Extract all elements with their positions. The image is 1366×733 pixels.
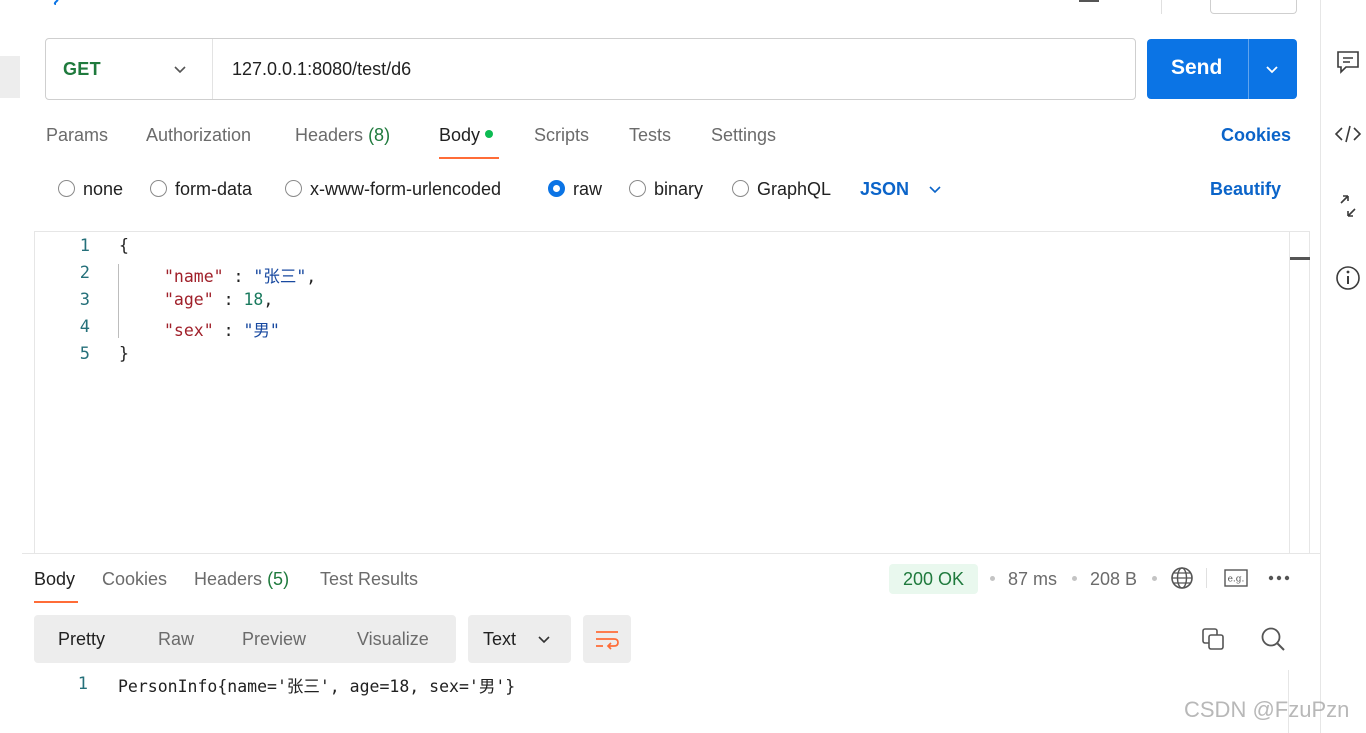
json-key: "sex": [164, 321, 214, 340]
radio-circle: [150, 180, 167, 197]
code-line: "age" : 18,: [164, 290, 274, 309]
resp-headers-count: (5): [267, 569, 290, 589]
tab-tests[interactable]: Tests: [629, 125, 671, 146]
code-line: "name" : "张三",: [164, 267, 317, 286]
text-format-label: Text: [483, 629, 517, 649]
top-bracket-fragment: [53, 0, 59, 5]
view-preview[interactable]: Preview: [242, 629, 306, 650]
view-visualize[interactable]: Visualize: [357, 629, 429, 650]
comments-icon[interactable]: [1333, 47, 1363, 77]
json-string: "男": [243, 321, 280, 340]
text-format-select[interactable]: Text: [468, 615, 571, 663]
left-sidebar-edge: [0, 0, 22, 733]
send-options-chevron-icon[interactable]: [1264, 61, 1280, 77]
editor-scrollbar[interactable]: [1289, 232, 1311, 554]
resp-active-tab-indicator: [34, 601, 78, 603]
code-line: {: [119, 236, 129, 255]
example-icon[interactable]: e.g.: [1224, 566, 1248, 590]
sidebar-selected-item[interactable]: [0, 56, 20, 98]
line-number: 1: [79, 236, 90, 256]
beautify-link[interactable]: Beautify: [1210, 179, 1281, 200]
radio-circle: [58, 180, 75, 197]
code-line: }: [119, 344, 129, 363]
active-tab-indicator: [439, 157, 499, 159]
meta-divider: [1206, 568, 1207, 588]
json-key: "age": [164, 290, 214, 309]
tab-headers[interactable]: Headers (8): [295, 125, 390, 146]
json-key: "name": [164, 267, 224, 286]
code-icon[interactable]: [1333, 119, 1363, 149]
view-raw[interactable]: Raw: [158, 629, 194, 650]
radio-circle: [732, 180, 749, 197]
separator-dot: [1072, 576, 1077, 581]
view-mode-group: Pretty Raw Preview Visualize: [34, 615, 456, 663]
radio-circle: [629, 180, 646, 197]
wrap-lines-icon: [596, 631, 619, 650]
url-bar: GET: [45, 38, 1136, 100]
tab-scripts[interactable]: Scripts: [534, 125, 589, 146]
chevron-down-icon: [538, 636, 550, 644]
send-divider: [1248, 39, 1249, 99]
related-collections-icon[interactable]: [1333, 191, 1363, 221]
body-editor[interactable]: 1 2 3 4 5 { "name" : "张三", "age" : 18, "…: [34, 231, 1311, 554]
more-options-icon[interactable]: [1267, 566, 1291, 590]
response-line-number: 1: [77, 674, 88, 694]
resp-tab-cookies[interactable]: Cookies: [102, 569, 167, 590]
globe-icon[interactable]: [1170, 566, 1194, 590]
radio-circle: [285, 180, 302, 197]
format-select[interactable]: JSON: [860, 179, 909, 200]
send-button[interactable]: Send: [1147, 39, 1297, 99]
chevron-down-icon: [174, 66, 186, 74]
line-number: 4: [79, 317, 90, 337]
top-icon-fragment: [1079, 0, 1099, 2]
cookies-link[interactable]: Cookies: [1221, 125, 1291, 146]
resp-tab-test-results[interactable]: Test Results: [320, 569, 418, 590]
tab-settings[interactable]: Settings: [711, 125, 776, 146]
resp-tab-body[interactable]: Body: [34, 569, 75, 590]
top-environment-select[interactable]: [1210, 0, 1297, 14]
info-icon[interactable]: [1333, 263, 1363, 293]
radio-circle-selected: [548, 180, 565, 197]
line-number: 2: [79, 263, 90, 283]
wrap-lines-button[interactable]: [583, 615, 631, 663]
scroll-marker: [1290, 257, 1310, 260]
indent-guide: [118, 264, 119, 338]
tab-params[interactable]: Params: [46, 125, 108, 146]
resp-tab-headers[interactable]: Headers (5): [194, 569, 289, 590]
send-label: Send: [1171, 56, 1223, 79]
svg-text:e.g.: e.g.: [1228, 575, 1245, 585]
method-label: GET: [63, 59, 101, 79]
line-number: 3: [79, 290, 90, 310]
method-select[interactable]: GET: [46, 39, 213, 99]
code-line: "sex" : "男": [164, 321, 280, 340]
line-number: 5: [79, 344, 90, 364]
right-sidebar: [1320, 0, 1366, 733]
response-divider[interactable]: [22, 553, 1320, 554]
response-time[interactable]: 87 ms: [1008, 569, 1057, 590]
body-modified-dot: [485, 130, 494, 138]
separator-dot: [990, 576, 995, 581]
watermark: CSDN @FzuPzn: [1184, 697, 1350, 722]
copy-icon[interactable]: [1200, 626, 1226, 652]
tab-body[interactable]: Body: [439, 125, 494, 146]
response-body-line: PersonInfo{name='张三', age=18, sex='男'}: [118, 677, 516, 696]
response-size[interactable]: 208 B: [1090, 569, 1137, 590]
json-string: "张三": [253, 267, 307, 286]
view-pretty[interactable]: Pretty: [58, 629, 105, 650]
status-badge[interactable]: 200 OK: [889, 564, 978, 594]
headers-count: (8): [368, 125, 391, 145]
chevron-down-icon[interactable]: [927, 181, 943, 197]
url-input[interactable]: [232, 54, 1092, 84]
json-number: 18: [243, 290, 264, 309]
top-divider: [1161, 0, 1162, 14]
tab-authorization[interactable]: Authorization: [146, 125, 251, 146]
separator-dot: [1152, 576, 1157, 581]
search-icon[interactable]: [1259, 625, 1287, 653]
